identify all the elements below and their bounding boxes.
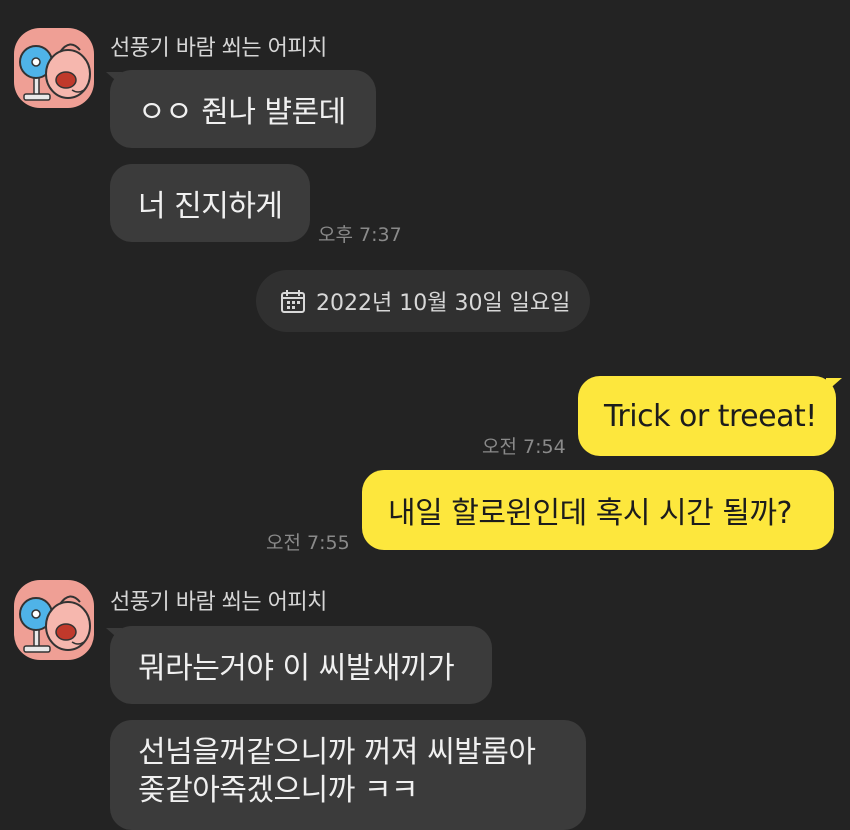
message-text: 뭐라는거야 이 씨발새끼가 [138,651,455,686]
message-text: Trick or treeat! [604,398,817,434]
message-bubble[interactable]: 뭐라는거야 이 씨발새끼가 [110,626,492,704]
message-text-line: 좆같아죽겠으니까 ㅋㅋ [138,773,419,808]
message-text-line: 선넘을꺼같으니까 꺼져 씨발롬아 [138,735,536,770]
message-text: 내일 할로윈인데 혹시 시간 될까? [388,496,792,531]
message-timestamp: 오전 7:55 [266,532,350,554]
message-bubble[interactable]: 선넘을꺼같으니까 꺼져 씨발롬아 좆같아죽겠으니까 ㅋㅋ [110,720,586,830]
message-text: 너 진지하게 [138,189,283,224]
message-timestamp: 오후 7:37 [318,224,402,246]
date-separator: 2022년 10월 30일 일요일 [256,270,590,332]
message-text: ㅇㅇ 줜나 뱔론데 [138,95,346,130]
fan-peach-icon [19,43,91,101]
date-text: 2022년 10월 30일 일요일 [316,291,571,316]
sender-name: 선풍기 바람 쐬는 어피치 [110,590,327,615]
calendar-icon [280,288,306,314]
sender-name: 선풍기 바람 쐬는 어피치 [110,36,327,61]
fan-peach-icon [19,595,91,653]
avatar[interactable] [14,580,94,660]
avatar[interactable] [14,28,94,108]
message-bubble-outgoing[interactable]: Trick or treeat! [578,376,836,456]
message-bubble-outgoing[interactable]: 내일 할로윈인데 혹시 시간 될까? [362,470,834,550]
message-bubble[interactable]: 너 진지하게 [110,164,310,242]
message-bubble[interactable]: ㅇㅇ 줜나 뱔론데 [110,70,376,148]
message-timestamp: 오전 7:54 [482,436,566,458]
bubble-tail [826,378,842,392]
